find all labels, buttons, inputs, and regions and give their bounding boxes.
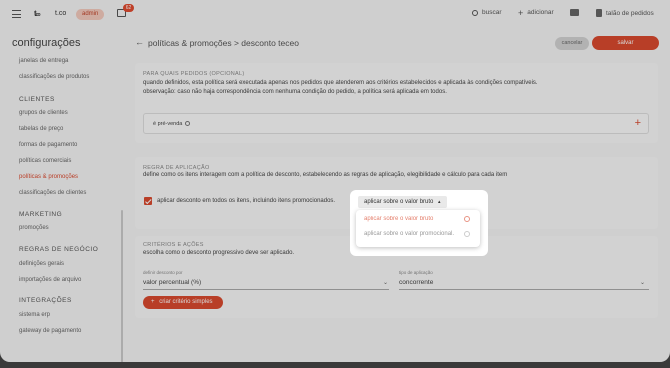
- info-icon[interactable]: [464, 231, 470, 237]
- dropdown-popover: aplicar sobre o valor bruto ▴ aplicar so…: [350, 190, 488, 256]
- apply-mode-dropdown[interactable]: aplicar sobre o valor bruto ▴: [358, 196, 447, 208]
- apply-mode-value: aplicar sobre o valor bruto: [364, 199, 434, 205]
- option-gross-value[interactable]: aplicar sobre o valor bruto: [364, 216, 433, 222]
- app-window: tco t.co admin 62 buscar + adicionar tal…: [0, 0, 670, 362]
- option-promotional-value[interactable]: aplicar sobre o valor promocional.: [364, 231, 454, 237]
- dropdown-menu: aplicar sobre o valor bruto aplicar sobr…: [356, 210, 480, 247]
- chevron-up-icon: ▴: [438, 199, 441, 205]
- info-icon[interactable]: [464, 216, 470, 222]
- modal-overlay[interactable]: [0, 0, 670, 362]
